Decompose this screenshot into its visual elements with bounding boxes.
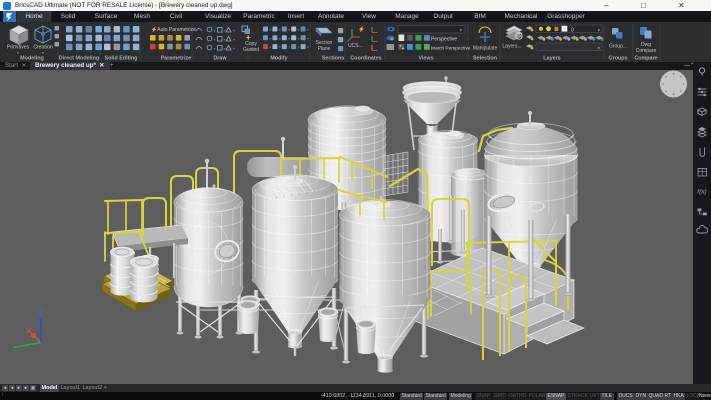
- svg-text:Layers: Layers: [543, 55, 560, 61]
- svg-text:f(x): f(x): [697, 189, 706, 196]
- svg-text:▾: ▾: [214, 38, 216, 42]
- svg-text:▾: ▾: [279, 28, 281, 32]
- svg-text:▾: ▾: [269, 46, 271, 50]
- svg-text:▾: ▾: [279, 37, 281, 41]
- svg-text:▾: ▾: [214, 47, 216, 51]
- svg-text:▾: ▾: [17, 50, 19, 55]
- svg-text:⚡Auto Parametrize: ⚡Auto Parametrize: [151, 26, 196, 33]
- svg-text:▾: ▾: [298, 37, 300, 41]
- svg-text:▾: ▾: [307, 46, 309, 50]
- svg-text:▾: ▾: [288, 46, 290, 50]
- svg-text:▾: ▾: [279, 46, 281, 50]
- svg-text:Selection: Selection: [473, 55, 497, 61]
- svg-text:▾: ▾: [298, 46, 300, 50]
- svg-text:▾: ▾: [224, 29, 226, 33]
- svg-text:Perspective: Perspective: [431, 36, 457, 42]
- svg-text:Guided: Guided: [243, 47, 259, 53]
- svg-text:▾: ▾: [42, 50, 44, 55]
- svg-text:Draw: Draw: [213, 55, 227, 61]
- svg-text:Plane: Plane: [318, 46, 331, 52]
- svg-text:0: 0: [571, 27, 574, 33]
- svg-text:Manipulate: Manipulate: [473, 46, 498, 52]
- svg-text:▾: ▾: [269, 28, 271, 32]
- svg-text:▾: ▾: [233, 47, 235, 51]
- svg-text:▾: ▾: [233, 29, 235, 33]
- svg-text:▾: ▾: [288, 37, 290, 41]
- svg-text:Modify: Modify: [270, 55, 287, 61]
- svg-text:Sections: Sections: [322, 55, 344, 61]
- svg-text:Groups: Groups: [608, 55, 627, 61]
- svg-text:Group...: Group...: [609, 44, 627, 50]
- svg-text:▾: ▾: [307, 37, 309, 41]
- svg-text:Coordinates: Coordinates: [350, 55, 381, 61]
- svg-text:Modeling: Modeling: [20, 55, 44, 61]
- svg-text:Views: Views: [418, 55, 433, 61]
- svg-text:▾: ▾: [269, 37, 271, 41]
- svg-text:Compare: Compare: [634, 55, 657, 61]
- svg-text:⚡: ⚡: [358, 26, 365, 33]
- svg-text:Match Perspective: Match Perspective: [431, 45, 471, 51]
- svg-text:▾: ▾: [224, 47, 226, 51]
- svg-text:Parametrize: Parametrize: [161, 55, 192, 61]
- svg-text:Direct Modeling: Direct Modeling: [59, 55, 99, 61]
- svg-text:▾: ▾: [307, 28, 309, 32]
- svg-text:Layers...: Layers...: [502, 44, 521, 50]
- svg-text:▾: ▾: [233, 38, 235, 42]
- svg-text:Compare: Compare: [636, 48, 657, 54]
- svg-text:UCS...: UCS...: [348, 43, 363, 49]
- svg-text:▾: ▾: [214, 29, 216, 33]
- svg-text:▾: ▾: [298, 28, 300, 32]
- svg-text:▾: ▾: [288, 28, 290, 32]
- svg-text:Solid Editing: Solid Editing: [105, 55, 138, 61]
- svg-text:▾: ▾: [224, 38, 226, 42]
